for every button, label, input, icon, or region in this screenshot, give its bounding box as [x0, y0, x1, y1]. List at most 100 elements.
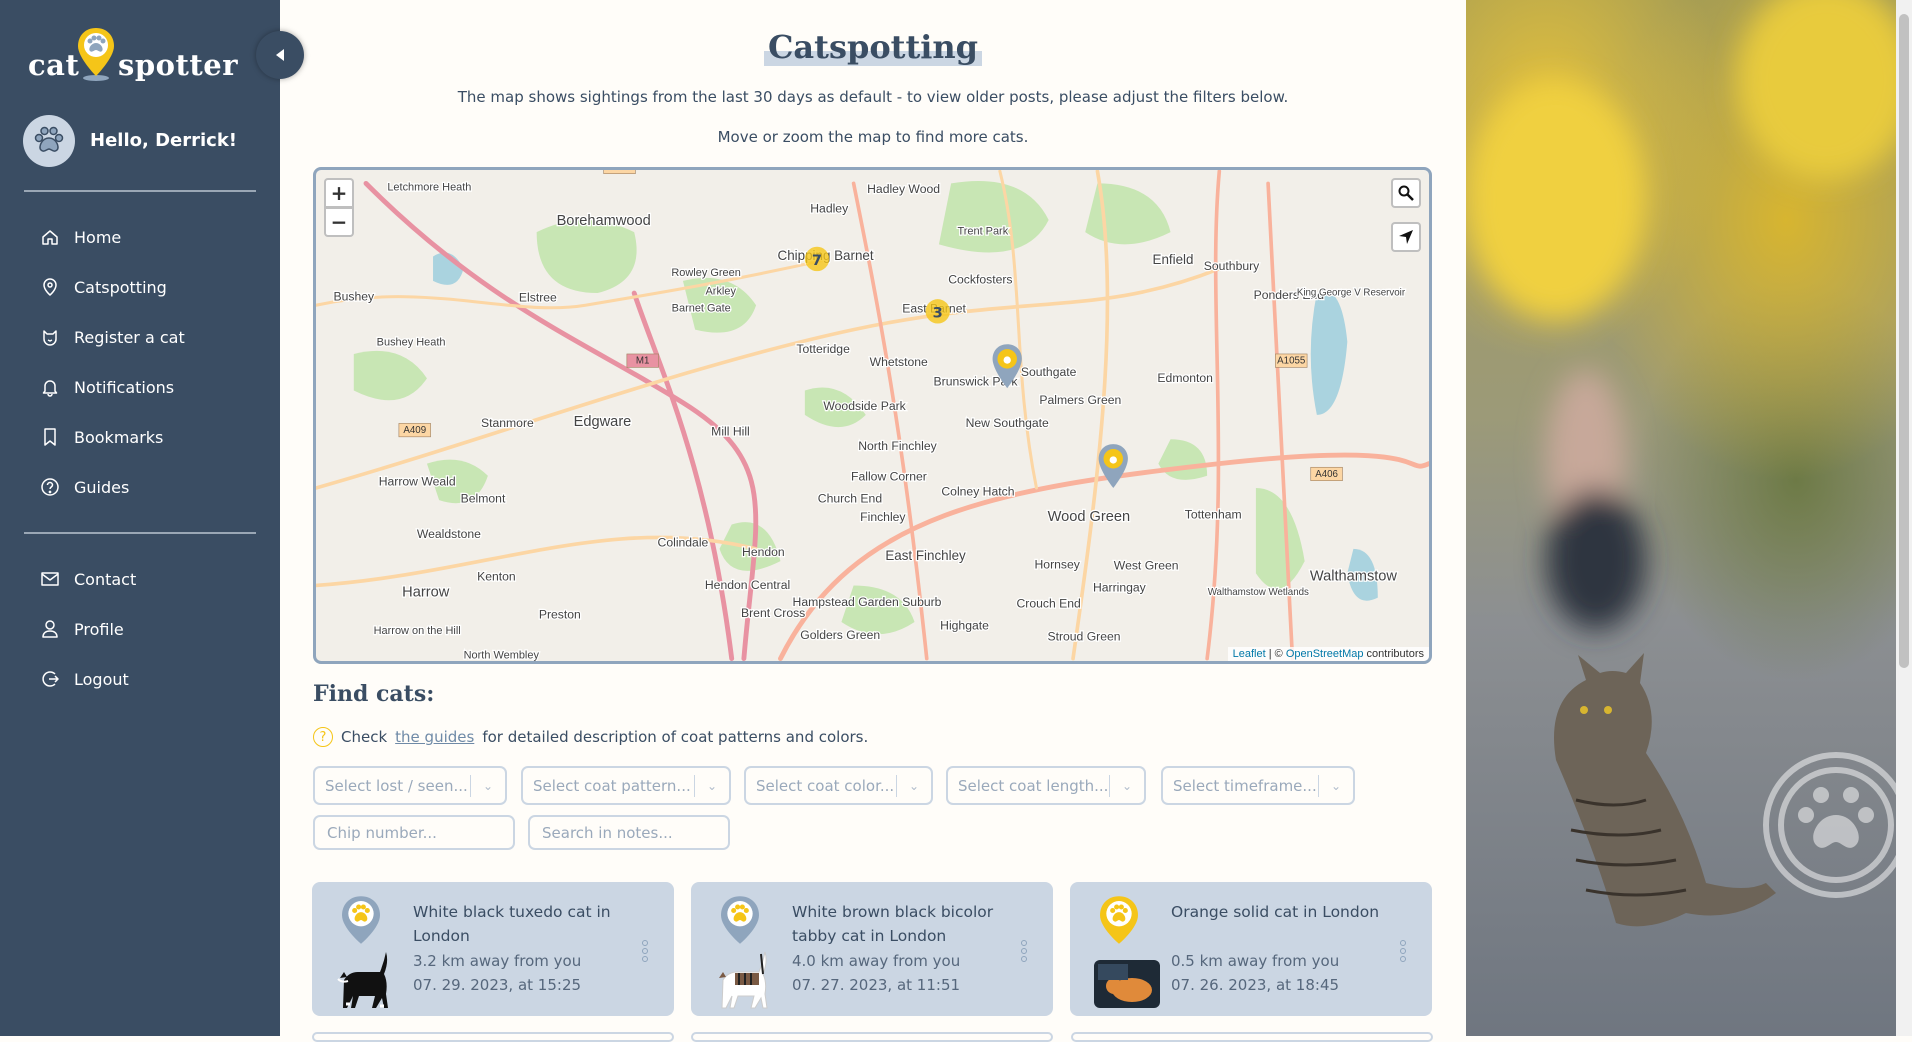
svg-text:B5378: B5378	[605, 170, 633, 173]
map-place-label: Finchley	[860, 510, 906, 524]
more-options-icon[interactable]	[640, 938, 650, 964]
filter-select[interactable]: Select lost / seen... ⌄	[313, 766, 507, 805]
sidebar-item-home[interactable]: Home	[40, 222, 121, 252]
map-place-label: Whetstone	[870, 355, 928, 369]
question-icon: ?	[313, 727, 333, 747]
map-place-label: Hendon Central	[705, 578, 790, 592]
sidebar-item-label: Home	[74, 227, 122, 247]
guides-link[interactable]: the guides	[395, 728, 474, 746]
filter-select[interactable]: Select coat color... ⌄	[744, 766, 933, 805]
map-place-label: Belmont	[461, 492, 506, 506]
card-partial[interactable]	[312, 1032, 674, 1042]
logo[interactable]: cat spotter	[28, 26, 237, 86]
road-label: B5378	[603, 170, 636, 174]
map-pin-icon	[342, 896, 380, 944]
map-place-label: Walthamstow	[1310, 569, 1398, 585]
map-pin-icon	[1100, 896, 1138, 944]
cat-sighting-card[interactable]: White brown black bicolor tabby cat in L…	[691, 882, 1053, 1016]
cluster-count: 7	[812, 252, 822, 269]
scrollbar[interactable]	[1896, 0, 1912, 1036]
more-options-icon[interactable]	[1019, 938, 1029, 964]
page-title-wrap: Catspotting	[280, 28, 1466, 66]
avatar[interactable]	[23, 115, 75, 167]
search-icon	[1398, 185, 1414, 201]
filter-select[interactable]: Select timeframe... ⌄	[1161, 766, 1355, 805]
help-circle-icon	[41, 478, 59, 496]
card-partial[interactable]	[1071, 1032, 1433, 1042]
card-distance: 4.0 km away from you	[792, 952, 961, 970]
hint-text: Check	[341, 728, 388, 746]
sidebar-item-catspotting[interactable]: Catspotting	[40, 272, 167, 302]
sidebar-item-bookmarks[interactable]: Bookmarks	[40, 422, 163, 452]
sidebar-item-label: Profile	[74, 619, 124, 639]
cluster-count: 3	[933, 304, 943, 321]
cat-marker[interactable]	[1098, 444, 1128, 488]
select-placeholder: Select timeframe...	[1173, 776, 1317, 795]
roads	[316, 170, 1429, 661]
cat-sighting-card[interactable]: Orange solid cat in London 0.5 km away f…	[1070, 882, 1432, 1016]
logout-icon	[42, 671, 59, 687]
map-place-label: Walthamstow Wetlands	[1208, 587, 1309, 598]
map-place-label: Bushey	[333, 289, 375, 303]
filter-select[interactable]: Select coat pattern... ⌄	[521, 766, 731, 805]
sidebar-item-notifications[interactable]: Notifications	[40, 372, 174, 402]
map-tiles[interactable]: BorehamwoodChipping Barnet EnfieldSouthga…	[316, 170, 1429, 661]
map-pin-icon	[43, 278, 57, 296]
map-place-label: Wealdstone	[417, 527, 481, 541]
sidebar-item-contact[interactable]: Contact	[40, 564, 136, 594]
card-date: 07. 27. 2023, at 11:51	[792, 976, 961, 994]
osm-link[interactable]: OpenStreetMap	[1286, 648, 1364, 660]
bookmark-icon	[44, 428, 56, 446]
card-date: 07. 29. 2023, at 15:25	[413, 976, 582, 994]
map-place-label: Cockfosters	[948, 272, 1012, 286]
map-place-label: Preston	[539, 607, 581, 621]
locate-me-button[interactable]	[1391, 222, 1421, 252]
logo-word-spotter: spotter	[118, 48, 238, 82]
cat-sighting-card[interactable]: White black tuxedo cat in London 3.2 km …	[312, 882, 674, 1016]
logo-pin-icon	[78, 28, 114, 81]
find-cats-heading: Find cats:	[313, 681, 435, 707]
more-options-icon[interactable]	[1398, 938, 1408, 964]
cat-icon	[43, 330, 57, 346]
collapse-sidebar-button[interactable]	[256, 31, 304, 79]
svg-text:M1: M1	[636, 356, 650, 367]
map-place-label: North Wembley	[464, 650, 540, 661]
sidebar-item-profile[interactable]: Profile	[40, 614, 124, 644]
map-place-label: Edmonton	[1157, 371, 1213, 385]
mail-icon	[41, 572, 59, 586]
page-title: Catspotting	[763, 28, 983, 66]
map-place-label: Palmers Green	[1039, 393, 1121, 407]
chevron-down-icon: ⌄	[908, 778, 920, 793]
sidebar-item-register-a-cat[interactable]: Register a cat	[40, 322, 185, 352]
map-hint-text: Move or zoom the map to find more cats.	[717, 128, 1029, 146]
sidebar-item-label: Guides	[74, 477, 130, 497]
map-place-label: New Southgate	[966, 416, 1049, 430]
svg-text:A1055: A1055	[1277, 356, 1305, 367]
map[interactable]: Borehamwood Chipping Barnet Enfield Southga…	[313, 167, 1432, 664]
chevron-down-icon: ⌄	[706, 778, 718, 793]
cat-image	[1094, 960, 1160, 1008]
search-notes-input[interactable]	[528, 815, 730, 850]
card-partial[interactable]	[691, 1032, 1053, 1042]
map-place-label: North Finchley	[858, 439, 937, 453]
chevron-down-icon: ⌄	[1121, 778, 1133, 793]
kitten-image	[1466, 0, 1896, 927]
scrollbar-thumb[interactable]	[1899, 14, 1909, 668]
filter-select[interactable]: Select coat length... ⌄	[946, 766, 1146, 805]
leaflet-link[interactable]: Leaflet	[1233, 648, 1266, 660]
map-place-label: Tottenham	[1185, 507, 1242, 521]
road-label: M1	[626, 353, 659, 368]
select-placeholder: Select coat color...	[756, 776, 895, 795]
card-title: Orange solid cat in London	[1171, 903, 1380, 921]
zoom-in-button[interactable]: +	[324, 178, 354, 208]
map-pin-icon	[721, 896, 759, 944]
map-search-button[interactable]	[1391, 178, 1421, 208]
logo-word-cat: cat	[28, 48, 80, 82]
chip-number-input[interactable]	[313, 815, 515, 850]
sidebar-item-logout[interactable]: Logout	[40, 664, 129, 694]
sidebar-item-guides[interactable]: Guides	[40, 472, 129, 502]
cluster-marker-7[interactable]: 7	[804, 246, 830, 272]
map-place-label: Totteridge	[796, 342, 850, 356]
zoom-out-button[interactable]: −	[324, 207, 354, 237]
cluster-marker-3[interactable]: 3	[925, 299, 950, 324]
